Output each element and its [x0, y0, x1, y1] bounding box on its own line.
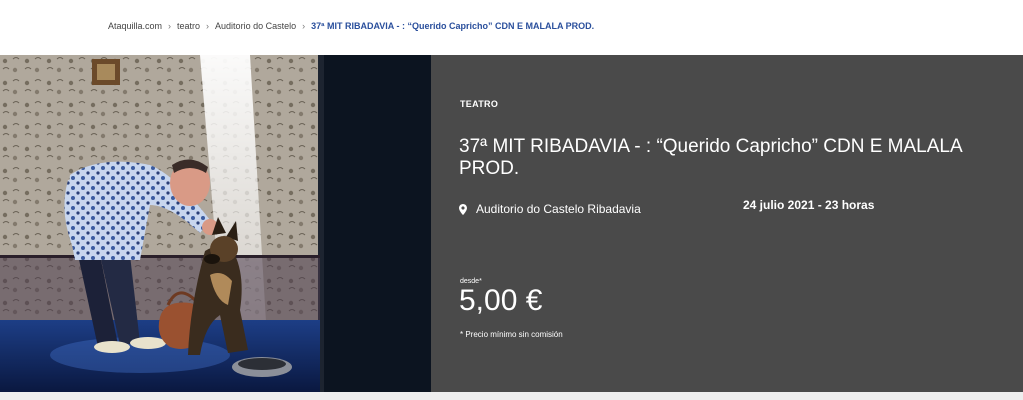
- event-photo-illustration: [0, 55, 431, 392]
- price-note: * Precio mínimo sin comisión: [460, 330, 563, 339]
- event-title: 37ª MIT RIBADAVIA - : “Querido Capricho”…: [459, 136, 962, 179]
- event-info-panel: TEATRO 37ª MIT RIBADAVIA - : “Querido Ca…: [431, 55, 1023, 392]
- breadcrumb-current: 37ª MIT RIBADAVIA - : “Querido Capricho”…: [311, 21, 595, 31]
- breadcrumb-link-venue[interactable]: Auditorio do Castelo: [215, 21, 296, 31]
- event-datetime: 24 julio 2021 - 23 horas: [743, 198, 875, 212]
- event-venue[interactable]: Auditorio do Castelo Ribadavia: [459, 202, 641, 216]
- breadcrumb-separator: ›: [302, 21, 306, 31]
- breadcrumb-link-home[interactable]: Ataquilla.com: [108, 21, 162, 31]
- breadcrumb: Ataquilla.com › teatro › Auditorio do Ca…: [108, 21, 594, 31]
- breadcrumb-link-teatro[interactable]: teatro: [177, 21, 200, 31]
- event-hero: TEATRO 37ª MIT RIBADAVIA - : “Querido Ca…: [0, 55, 1023, 392]
- section-divider: [0, 392, 1023, 400]
- event-price: 5,00 €: [459, 284, 543, 317]
- breadcrumb-separator: ›: [206, 21, 210, 31]
- map-pin-icon: [459, 203, 467, 215]
- breadcrumb-separator: ›: [168, 21, 172, 31]
- event-venue-label: Auditorio do Castelo Ribadavia: [476, 202, 641, 216]
- event-category: TEATRO: [460, 99, 499, 109]
- event-photo: [0, 55, 431, 392]
